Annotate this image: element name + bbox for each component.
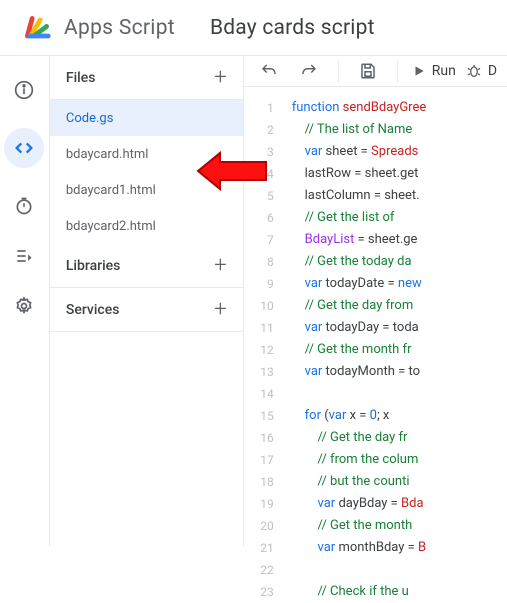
code-content[interactable]: function sendBdayGree // The list of Nam…	[284, 87, 427, 603]
file-item[interactable]: Code.gs	[50, 100, 243, 136]
project-title[interactable]: Bday cards script	[210, 16, 375, 40]
editor-toolbar: Run D	[244, 56, 507, 87]
editor-icon[interactable]	[4, 128, 44, 168]
files-section-header: Files +	[50, 56, 243, 100]
bug-icon	[466, 63, 482, 79]
header: Apps Script Bday cards script	[0, 0, 507, 55]
file-item[interactable]: bdaycard2.html	[50, 208, 243, 244]
info-icon[interactable]	[12, 78, 36, 102]
debug-button[interactable]: D	[466, 63, 497, 79]
line-gutter: 1234567891011121314151617181920212223	[244, 87, 284, 603]
libraries-section-header: Libraries +	[50, 244, 243, 288]
executions-icon[interactable]	[12, 244, 36, 268]
run-button[interactable]: Run	[412, 63, 456, 79]
file-item[interactable]: bdaycard1.html	[50, 172, 243, 208]
libraries-label: Libraries	[66, 258, 120, 274]
code-area[interactable]: 1234567891011121314151617181920212223 fu…	[244, 87, 507, 603]
files-label: Files	[66, 70, 96, 86]
editor-panel: Run D 1234567891011121314151617181920212…	[244, 56, 507, 546]
save-icon[interactable]	[353, 56, 383, 86]
debug-label: D	[488, 63, 497, 79]
files-panel: Files + Code.gsbdaycard.htmlbdaycard1.ht…	[49, 56, 244, 546]
main: Files + Code.gsbdaycard.htmlbdaycard1.ht…	[0, 55, 507, 546]
run-label: Run	[432, 63, 456, 79]
add-file-icon[interactable]: +	[214, 65, 226, 90]
triggers-icon[interactable]	[12, 194, 36, 218]
toolbar-divider	[338, 60, 339, 82]
add-library-icon[interactable]: +	[214, 253, 226, 278]
undo-icon[interactable]	[254, 56, 284, 86]
settings-icon[interactable]	[12, 294, 36, 318]
play-icon	[412, 64, 426, 78]
app-title: Apps Script	[64, 16, 175, 40]
add-service-icon[interactable]: +	[214, 297, 226, 322]
redo-icon[interactable]	[294, 56, 324, 86]
apps-script-logo	[20, 12, 54, 44]
nav-rail	[0, 56, 49, 546]
services-section-header: Services +	[50, 288, 243, 332]
services-label: Services	[66, 302, 120, 318]
toolbar-divider	[397, 60, 398, 82]
file-item[interactable]: bdaycard.html	[50, 136, 243, 172]
